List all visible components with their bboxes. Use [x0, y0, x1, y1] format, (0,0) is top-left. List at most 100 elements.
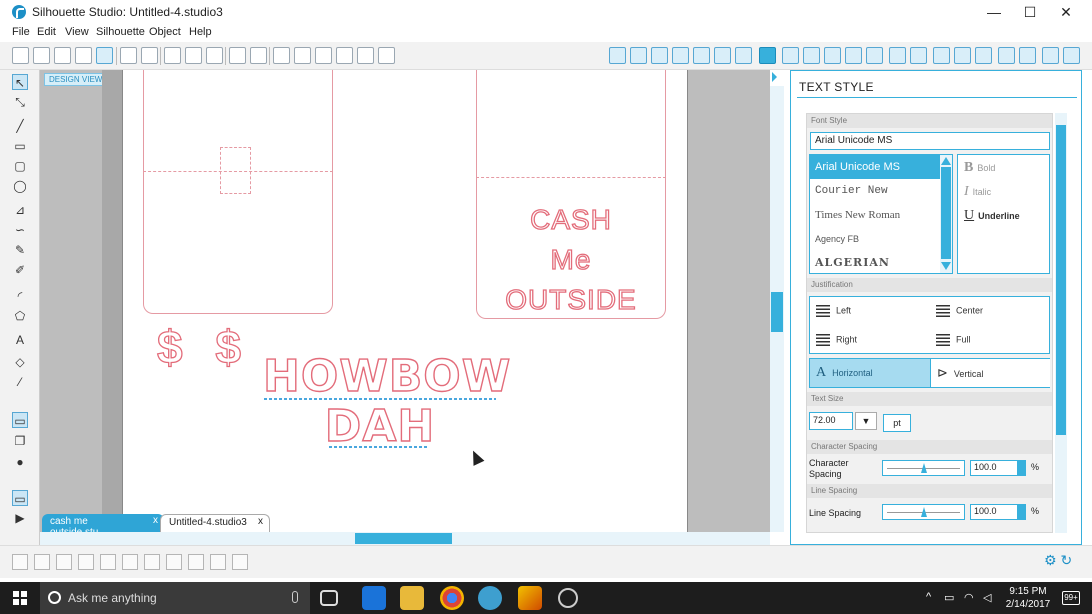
text-size-unit[interactable]: pt [883, 414, 911, 432]
panel-scrollbar[interactable] [1055, 113, 1067, 533]
obs-icon[interactable] [558, 588, 578, 608]
close-path-icon[interactable] [144, 554, 160, 570]
knife-panel-icon[interactable] [954, 47, 971, 64]
character-spacing-stepper[interactable] [1018, 460, 1026, 476]
cortana-search-box[interactable]: Ask me anything [40, 582, 310, 614]
horizontal-scroll-thumb[interactable] [355, 533, 452, 544]
redo-icon[interactable] [250, 47, 267, 64]
font-list-scroll-thumb[interactable] [941, 167, 951, 259]
delete-icon[interactable] [122, 554, 138, 570]
menu-silhouette[interactable]: Silhouette [96, 26, 145, 38]
fill-color-icon[interactable] [693, 47, 710, 64]
transform-icon[interactable] [782, 47, 799, 64]
dollar-signs-text[interactable]: $ $ [156, 320, 251, 374]
ungroup-icon[interactable] [34, 554, 50, 570]
knife-tool-icon[interactable]: ⁄ [12, 374, 28, 390]
point-edit-icon[interactable]: ⤡ [12, 94, 28, 110]
bold-toggle[interactable]: B Bold [964, 160, 995, 176]
underline-toggle[interactable]: U Underline [964, 208, 1020, 224]
copy-icon[interactable] [164, 47, 181, 64]
settings-gear-icon[interactable]: ⚙ ↻ [1044, 552, 1072, 569]
design-store-icon[interactable] [672, 47, 689, 64]
slider-knob[interactable] [921, 463, 927, 473]
drag-zoom-icon[interactable] [357, 47, 374, 64]
bring-forward-icon[interactable] [166, 554, 182, 570]
menu-edit[interactable]: Edit [37, 26, 56, 38]
text-size-dropdown[interactable]: ▼ [855, 412, 877, 430]
line-style-icon[interactable] [735, 47, 752, 64]
maximize-button[interactable]: ☐ [1012, 0, 1048, 24]
font-item-agency-fb[interactable]: Agency FB [810, 227, 952, 251]
line-spacing-input[interactable]: 100.0 [970, 504, 1018, 520]
eraser-tool-icon[interactable]: ◇ [12, 354, 28, 370]
edge-browser-icon[interactable] [362, 586, 386, 610]
group-icon[interactable] [12, 554, 28, 570]
slot-outline[interactable] [220, 147, 251, 194]
taskbar-clock[interactable]: 9:15 PM 2/14/2017 [1000, 585, 1056, 611]
panel-scroll-thumb[interactable] [1056, 125, 1066, 435]
font-list-scrollbar[interactable] [940, 155, 952, 273]
rotate-icon[interactable] [803, 47, 820, 64]
text-tool-icon[interactable]: A [12, 332, 28, 348]
tab-close-icon[interactable]: x [258, 516, 263, 527]
start-button[interactable] [0, 582, 40, 614]
font-list[interactable]: Arial Unicode MS Courier New Times New R… [809, 154, 953, 274]
zoom-select-icon[interactable] [336, 47, 353, 64]
justify-right-button[interactable]: Right [816, 334, 857, 346]
font-item-arial-unicode[interactable]: Arial Unicode MS [810, 155, 952, 179]
file-explorer-icon[interactable] [400, 586, 424, 610]
paste-icon[interactable] [185, 47, 202, 64]
tray-chevron-icon[interactable]: ^ [926, 591, 931, 603]
zoom-out-icon[interactable] [315, 47, 332, 64]
vertical-orientation-button[interactable]: ⊳ Vertical [930, 359, 1050, 387]
vertical-scroll-thumb[interactable] [771, 292, 783, 332]
registration-marks-icon[interactable] [651, 47, 668, 64]
cash-me-outside-text[interactable]: CASH Me OUTSIDE [476, 200, 666, 320]
design-page[interactable]: CASH Me OUTSIDE $ $ HOWBOW DAH [122, 70, 688, 532]
offset-shortcut-icon[interactable] [232, 554, 248, 570]
open-file-icon[interactable] [33, 47, 50, 64]
justify-left-button[interactable]: Left [816, 305, 851, 317]
font-item-algerian[interactable]: ALGERIAN [810, 251, 952, 273]
character-spacing-slider[interactable] [882, 460, 965, 476]
chrome-icon[interactable] [440, 586, 464, 610]
vlc-icon[interactable] [518, 586, 542, 610]
horizontal-scrollbar[interactable] [40, 532, 770, 545]
regular-polygon-icon[interactable]: ⬠ [12, 308, 28, 324]
trace-icon[interactable] [933, 47, 950, 64]
send-backward-icon[interactable] [188, 554, 204, 570]
menu-help[interactable]: Help [189, 26, 212, 38]
arc-tool-icon[interactable]: ◜ [12, 288, 28, 304]
cut-icon[interactable] [206, 47, 223, 64]
smooth-freehand-icon[interactable]: ✐ [12, 262, 28, 278]
scale-icon[interactable] [824, 47, 841, 64]
send-view-icon[interactable]: ▭ [12, 490, 28, 506]
fit-to-page-icon[interactable] [378, 47, 395, 64]
howbow-dah-text[interactable]: HOWBOW DAH [262, 351, 511, 452]
wifi-icon[interactable]: ◠ [964, 591, 974, 604]
select-arrow-icon[interactable]: ↖ [12, 74, 28, 90]
minimize-button[interactable]: — [976, 0, 1012, 24]
italic-toggle[interactable]: I Italic [964, 184, 991, 200]
font-name-input[interactable]: Arial Unicode MS [810, 132, 1050, 150]
menu-view[interactable]: View [65, 26, 89, 38]
text-size-input[interactable]: 72.00 [809, 412, 853, 430]
character-spacing-input[interactable]: 100.0 [970, 460, 1018, 476]
silhouette-store-icon[interactable]: ● [12, 454, 28, 470]
horizontal-orientation-button[interactable]: A Horizontal [810, 359, 930, 387]
rounded-rectangle-icon[interactable]: ▢ [12, 158, 28, 174]
silhouette-studio-taskbar-icon[interactable] [478, 586, 502, 610]
mirror-icon[interactable] [845, 47, 862, 64]
make-compound-icon[interactable] [56, 554, 72, 570]
offset-icon[interactable] [910, 47, 927, 64]
send-to-silhouette-icon[interactable] [141, 47, 158, 64]
polygon-tool-icon[interactable]: ⊿ [12, 202, 28, 218]
new-file-icon[interactable] [12, 47, 29, 64]
notification-center-icon[interactable]: 99+ [1062, 591, 1080, 605]
zoom-in-icon[interactable] [294, 47, 311, 64]
menu-object[interactable]: Object [149, 26, 181, 38]
library-icon[interactable]: ❐ [12, 433, 28, 449]
grid-icon[interactable] [975, 47, 992, 64]
panel-expand-icon[interactable] [772, 72, 777, 82]
design-view-icon[interactable]: ▭ [12, 412, 28, 428]
